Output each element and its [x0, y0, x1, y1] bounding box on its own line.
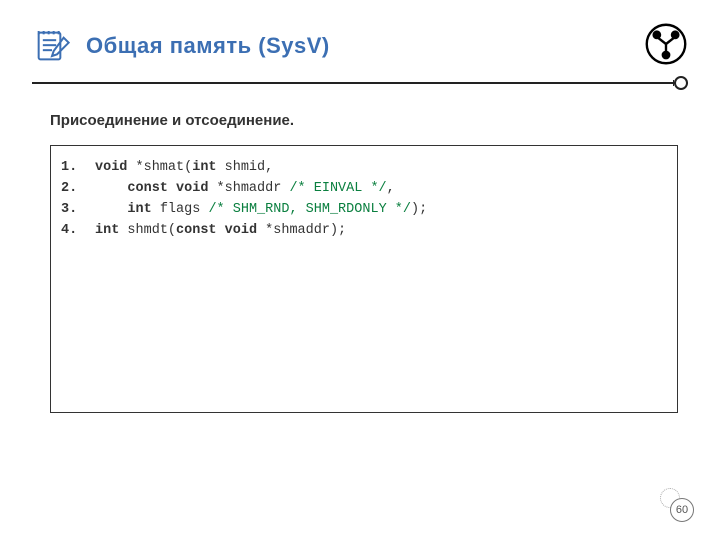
- code-text: const void *shmaddr /* EINVAL */,: [95, 179, 395, 200]
- line-number: 1.: [61, 158, 95, 179]
- slide-title: Общая память (SysV): [86, 33, 330, 59]
- page-number-ornament: 60: [654, 482, 694, 522]
- page-number: 60: [670, 498, 694, 522]
- code-block: 1.void *shmat(int shmid,2. const void *s…: [50, 145, 678, 413]
- code-line: 2. const void *shmaddr /* EINVAL */,: [61, 179, 661, 200]
- line-number: 3.: [61, 200, 95, 221]
- code-line: 3. int flags /* SHM_RND, SHM_RDONLY */);: [61, 200, 661, 221]
- line-number: 2.: [61, 179, 95, 200]
- notepad-icon: [32, 26, 72, 66]
- code-line: 4.int shmdt(const void *shmaddr);: [61, 221, 661, 242]
- code-line: 1.void *shmat(int shmid,: [61, 158, 661, 179]
- branch-icon: [644, 22, 688, 66]
- section-subtitle: Присоединение и отсоединение.: [50, 112, 678, 129]
- line-number: 4.: [61, 221, 95, 242]
- slide-header: Общая память (SysV): [32, 26, 688, 66]
- slide: Общая память (SysV) Присоединение и отсо…: [0, 0, 720, 540]
- rule-node-icon: [674, 76, 688, 90]
- code-text: int shmdt(const void *shmaddr);: [95, 221, 346, 242]
- header-rule: [32, 76, 688, 90]
- code-text: void *shmat(int shmid,: [95, 158, 273, 179]
- code-text: int flags /* SHM_RND, SHM_RDONLY */);: [95, 200, 427, 221]
